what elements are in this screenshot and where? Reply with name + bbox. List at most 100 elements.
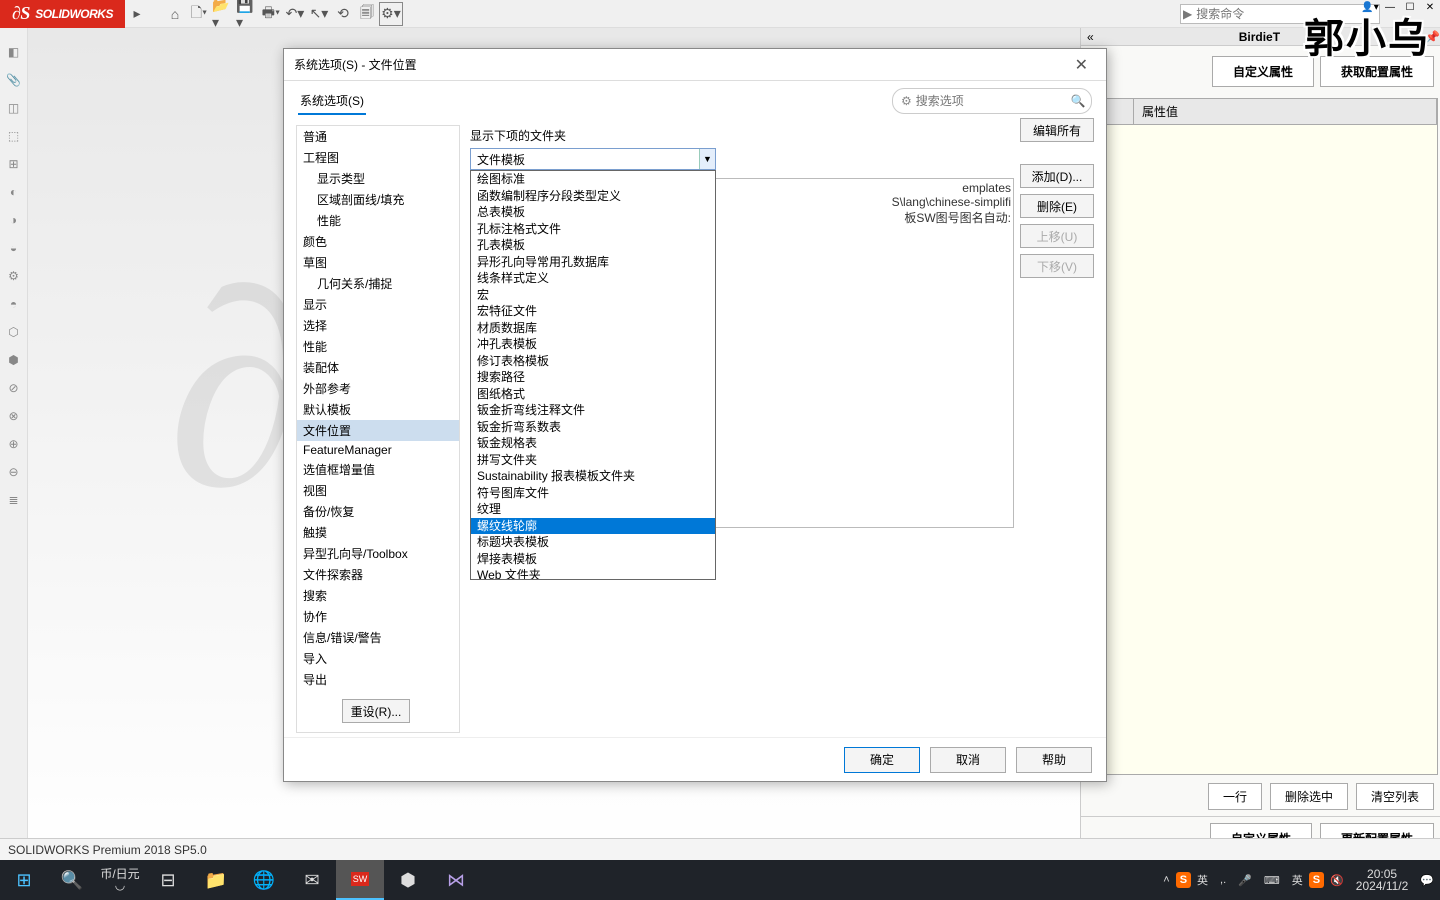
tool-icon[interactable]: ⬢: [2, 348, 26, 372]
tree-item[interactable]: 触摸: [297, 522, 459, 543]
tool-icon[interactable]: ≣: [2, 488, 26, 512]
dropdown-item[interactable]: 孔标注格式文件: [471, 221, 715, 238]
tree-item[interactable]: 颜色: [297, 231, 459, 252]
reset-button[interactable]: 重设(R)...: [342, 699, 410, 723]
notifications-icon[interactable]: 💬: [1414, 874, 1440, 887]
tree-item[interactable]: 工程图: [297, 147, 459, 168]
dropdown-item[interactable]: 材质数据库: [471, 320, 715, 337]
tree-item[interactable]: 选值框增量值: [297, 459, 459, 480]
dropdown-item[interactable]: 纹理: [471, 501, 715, 518]
dropdown-item[interactable]: 符号图库文件: [471, 485, 715, 502]
tree-item[interactable]: 默认模板: [297, 399, 459, 420]
tree-item[interactable]: 协作: [297, 606, 459, 627]
add-button[interactable]: 添加(D)...: [1020, 164, 1094, 188]
ime-lang2[interactable]: 英: [1286, 872, 1309, 888]
property-table[interactable]: 称 属性值: [1083, 98, 1438, 775]
tree-item[interactable]: 性能: [297, 210, 459, 231]
tree-item[interactable]: 选择: [297, 315, 459, 336]
tool-icon[interactable]: 📎: [2, 68, 26, 92]
ime-icon2[interactable]: S: [1309, 872, 1324, 888]
vs-icon[interactable]: ⋈: [432, 860, 480, 900]
folder-type-combo[interactable]: 文件模板 ▼ 绘图标准函数编制程序分段类型定义总表模板孔标注格式文件孔表模板异形…: [470, 148, 716, 170]
mail-icon[interactable]: ✉: [288, 860, 336, 900]
file-explorer-icon[interactable]: 📁: [192, 860, 240, 900]
tree-item[interactable]: 普通: [297, 126, 459, 147]
tree-item[interactable]: 显示类型: [297, 168, 459, 189]
currency-widget[interactable]: 币/日元◡: [96, 860, 144, 900]
save-icon[interactable]: 💾▾: [235, 2, 259, 26]
tree-item[interactable]: 外部参考: [297, 378, 459, 399]
chevron-down-icon[interactable]: ▼: [699, 149, 715, 169]
dropdown-item[interactable]: Sustainability 报表模板文件夹: [471, 468, 715, 485]
dialog-close-icon[interactable]: ✕: [1067, 53, 1096, 77]
tool-icon[interactable]: ⊗: [2, 404, 26, 428]
tree-item[interactable]: 性能: [297, 336, 459, 357]
options-category-tree[interactable]: 普通工程图显示类型区域剖面线/填充性能颜色草图几何关系/捕捉显示选择性能装配体外…: [296, 125, 460, 733]
dropdown-item[interactable]: 螺纹线轮廓: [471, 518, 715, 535]
cancel-button[interactable]: 取消: [930, 747, 1006, 773]
clear-list-button[interactable]: 清空列表: [1356, 783, 1434, 810]
options-search-input[interactable]: [916, 94, 1071, 108]
tool-icon[interactable]: ⊘: [2, 376, 26, 400]
tree-item[interactable]: 文件探索器: [297, 564, 459, 585]
tree-item[interactable]: 装配体: [297, 357, 459, 378]
dropdown-item[interactable]: 标题块表模板: [471, 534, 715, 551]
select-icon[interactable]: ↖▾: [307, 2, 331, 26]
tree-item[interactable]: 文件位置: [297, 420, 459, 441]
start-button[interactable]: ⊞: [0, 860, 48, 900]
tree-item[interactable]: 视图: [297, 480, 459, 501]
options-search[interactable]: ⚙ 🔍: [892, 88, 1092, 114]
move-up-button[interactable]: 上移(U): [1020, 224, 1094, 248]
home-icon[interactable]: ⌂: [163, 2, 187, 26]
ime-keyboard-icon[interactable]: ⌨: [1258, 874, 1286, 887]
print-icon[interactable]: 🖶▾: [259, 2, 283, 26]
tool-icon[interactable]: ⊖: [2, 460, 26, 484]
tree-item[interactable]: 显示: [297, 294, 459, 315]
new-doc-icon[interactable]: 🗋▾: [187, 2, 211, 26]
search-icon[interactable]: 🔍: [1071, 94, 1086, 108]
dropdown-item[interactable]: 绘图标准: [471, 171, 715, 188]
app-icon[interactable]: ⬢: [384, 860, 432, 900]
task-view-icon[interactable]: ⊟: [144, 860, 192, 900]
tool-icon[interactable]: ◓: [2, 292, 26, 316]
tree-item[interactable]: 搜索: [297, 585, 459, 606]
search-button[interactable]: 🔍: [48, 860, 96, 900]
dropdown-item[interactable]: 孔表模板: [471, 237, 715, 254]
dropdown-item[interactable]: 钣金折弯线注释文件: [471, 402, 715, 419]
solidworks-task-icon[interactable]: SW: [336, 860, 384, 900]
dropdown-item[interactable]: 钣金折弯系数表: [471, 419, 715, 436]
folder-type-dropdown[interactable]: 绘图标准函数编制程序分段类型定义总表模板孔标注格式文件孔表模板异形孔向导常用孔数…: [470, 170, 716, 580]
tree-item[interactable]: 异型孔向导/Toolbox: [297, 543, 459, 564]
move-down-button[interactable]: 下移(V): [1020, 254, 1094, 278]
tool-icon[interactable]: ◧: [2, 40, 26, 64]
tool-icon[interactable]: ◑: [2, 208, 26, 232]
dropdown-item[interactable]: 焊接表模板: [471, 551, 715, 568]
dropdown-item[interactable]: 拼写文件夹: [471, 452, 715, 469]
undo-icon[interactable]: ↶▾: [283, 2, 307, 26]
rebuild-icon[interactable]: ⟲: [331, 2, 355, 26]
volume-icon[interactable]: 🔇: [1324, 874, 1350, 887]
ok-button[interactable]: 确定: [844, 747, 920, 773]
clock[interactable]: 20:052024/11/2: [1350, 868, 1415, 892]
delete-button[interactable]: 删除(E): [1020, 194, 1094, 218]
custom-props-button[interactable]: 自定义属性: [1212, 56, 1314, 87]
tool-icon[interactable]: ◒: [2, 236, 26, 260]
ime-lang[interactable]: 英: [1191, 872, 1214, 888]
system-tray[interactable]: ˄ S 英 ,. 🎤 ⌨ 英 S 🔇 20:052024/11/2 💬: [1157, 860, 1440, 900]
dropdown-item[interactable]: 搜索路径: [471, 369, 715, 386]
dropdown-item[interactable]: 图纸格式: [471, 386, 715, 403]
ime-punct-icon[interactable]: ,.: [1214, 874, 1232, 886]
dropdown-item[interactable]: 函数编制程序分段类型定义: [471, 188, 715, 205]
dropdown-item[interactable]: 线条样式定义: [471, 270, 715, 287]
tray-expand-icon[interactable]: ˄: [1157, 874, 1175, 886]
tree-item[interactable]: 备份/恢复: [297, 501, 459, 522]
dropdown-item[interactable]: 宏特征文件: [471, 303, 715, 320]
settings-icon[interactable]: ⚙▾: [379, 2, 403, 26]
delete-selected-button[interactable]: 删除选中: [1270, 783, 1348, 810]
tool-icon[interactable]: ⬡: [2, 320, 26, 344]
options-icon[interactable]: 🗐: [355, 2, 379, 26]
tool-icon[interactable]: ◫: [2, 96, 26, 120]
tree-item[interactable]: 区域剖面线/填充: [297, 189, 459, 210]
expand-menu-icon[interactable]: ▸: [125, 2, 149, 26]
tool-icon[interactable]: ⊕: [2, 432, 26, 456]
